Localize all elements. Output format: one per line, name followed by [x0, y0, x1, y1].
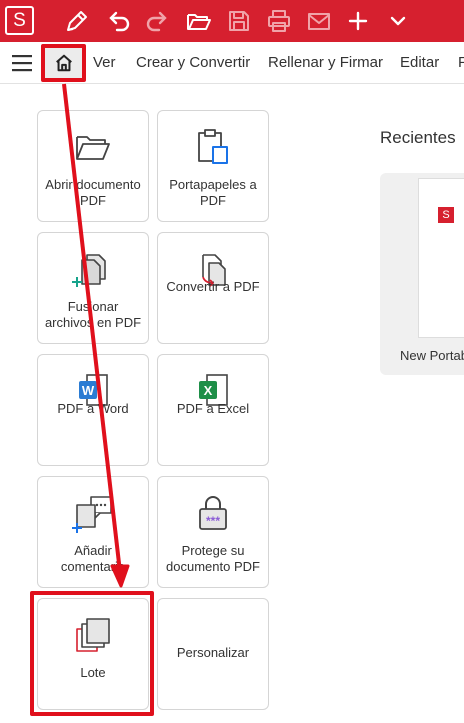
save-icon[interactable] [225, 7, 253, 35]
mail-icon[interactable] [305, 7, 333, 35]
tile-label: Abrir documento PDF [45, 177, 141, 208]
tile-abrir-documento[interactable]: Abrir documento PDF [37, 110, 149, 222]
svg-text:W: W [82, 383, 95, 398]
pen-icon[interactable] [63, 7, 91, 35]
tab-crear-y-convertir[interactable]: Crear y Convertir [136, 54, 250, 71]
redo-icon[interactable] [144, 7, 172, 35]
open-folder-icon[interactable] [185, 7, 213, 35]
tile-label: Personalizar [176, 645, 250, 660]
print-icon[interactable] [265, 7, 293, 35]
tile-pdf-a-word[interactable]: W PDF a Word [37, 354, 149, 466]
comment-icon [71, 491, 115, 535]
ribbon-menu-bar: Ver Crear y Convertir Rellenar y Firmar … [0, 42, 464, 84]
tile-convertir[interactable]: Convertir a PDF [157, 232, 269, 344]
tile-label: Añadir comentario [60, 543, 126, 574]
tile-label: PDF a Word [57, 401, 129, 416]
svg-text:***: *** [206, 514, 220, 528]
thumbnail-logo: S [438, 207, 454, 223]
tile-label: Convertir a PDF [166, 279, 260, 294]
recent-file-name[interactable]: New Portab [400, 348, 464, 363]
tile-label: Portapapeles a PDF [169, 177, 257, 208]
tab-partial[interactable]: F [458, 54, 464, 71]
svg-text:X: X [204, 383, 213, 398]
recent-file-thumbnail [418, 178, 464, 338]
tab-rellenar-y-firmar[interactable]: Rellenar y Firmar [268, 54, 383, 71]
lock-icon: *** [191, 491, 235, 535]
hamburger-menu-icon[interactable] [12, 54, 34, 72]
recientes-heading: Recientes [380, 128, 456, 147]
chevron-down-icon[interactable] [384, 7, 412, 35]
home-tab-button[interactable] [41, 44, 86, 82]
clipboard-icon [191, 125, 235, 169]
folder-icon [71, 125, 115, 169]
title-bar: S [0, 0, 464, 42]
plus-icon[interactable] [344, 7, 372, 35]
tab-ver[interactable]: Ver [93, 54, 116, 71]
undo-icon[interactable] [104, 7, 132, 35]
tile-protege[interactable]: *** Protege su documento PDF [157, 476, 269, 588]
lote-highlight-box [30, 591, 154, 716]
tile-personalizar[interactable]: Personalizar [157, 598, 269, 710]
merge-files-icon [71, 247, 115, 291]
tab-editar[interactable]: Editar [400, 54, 439, 71]
app-logo[interactable]: S [5, 6, 34, 35]
tile-label: Protege su documento PDF [166, 543, 260, 574]
tile-comentario[interactable]: Añadir comentario [37, 476, 149, 588]
home-icon [55, 54, 72, 72]
tile-pdf-a-excel[interactable]: X PDF a Excel [157, 354, 269, 466]
tile-label: PDF a Excel [176, 401, 250, 416]
tile-label: Fusionar archivos en PDF [44, 299, 142, 330]
tile-fusionar[interactable]: Fusionar archivos en PDF [37, 232, 149, 344]
tile-portapapeles[interactable]: Portapapeles a PDF [157, 110, 269, 222]
